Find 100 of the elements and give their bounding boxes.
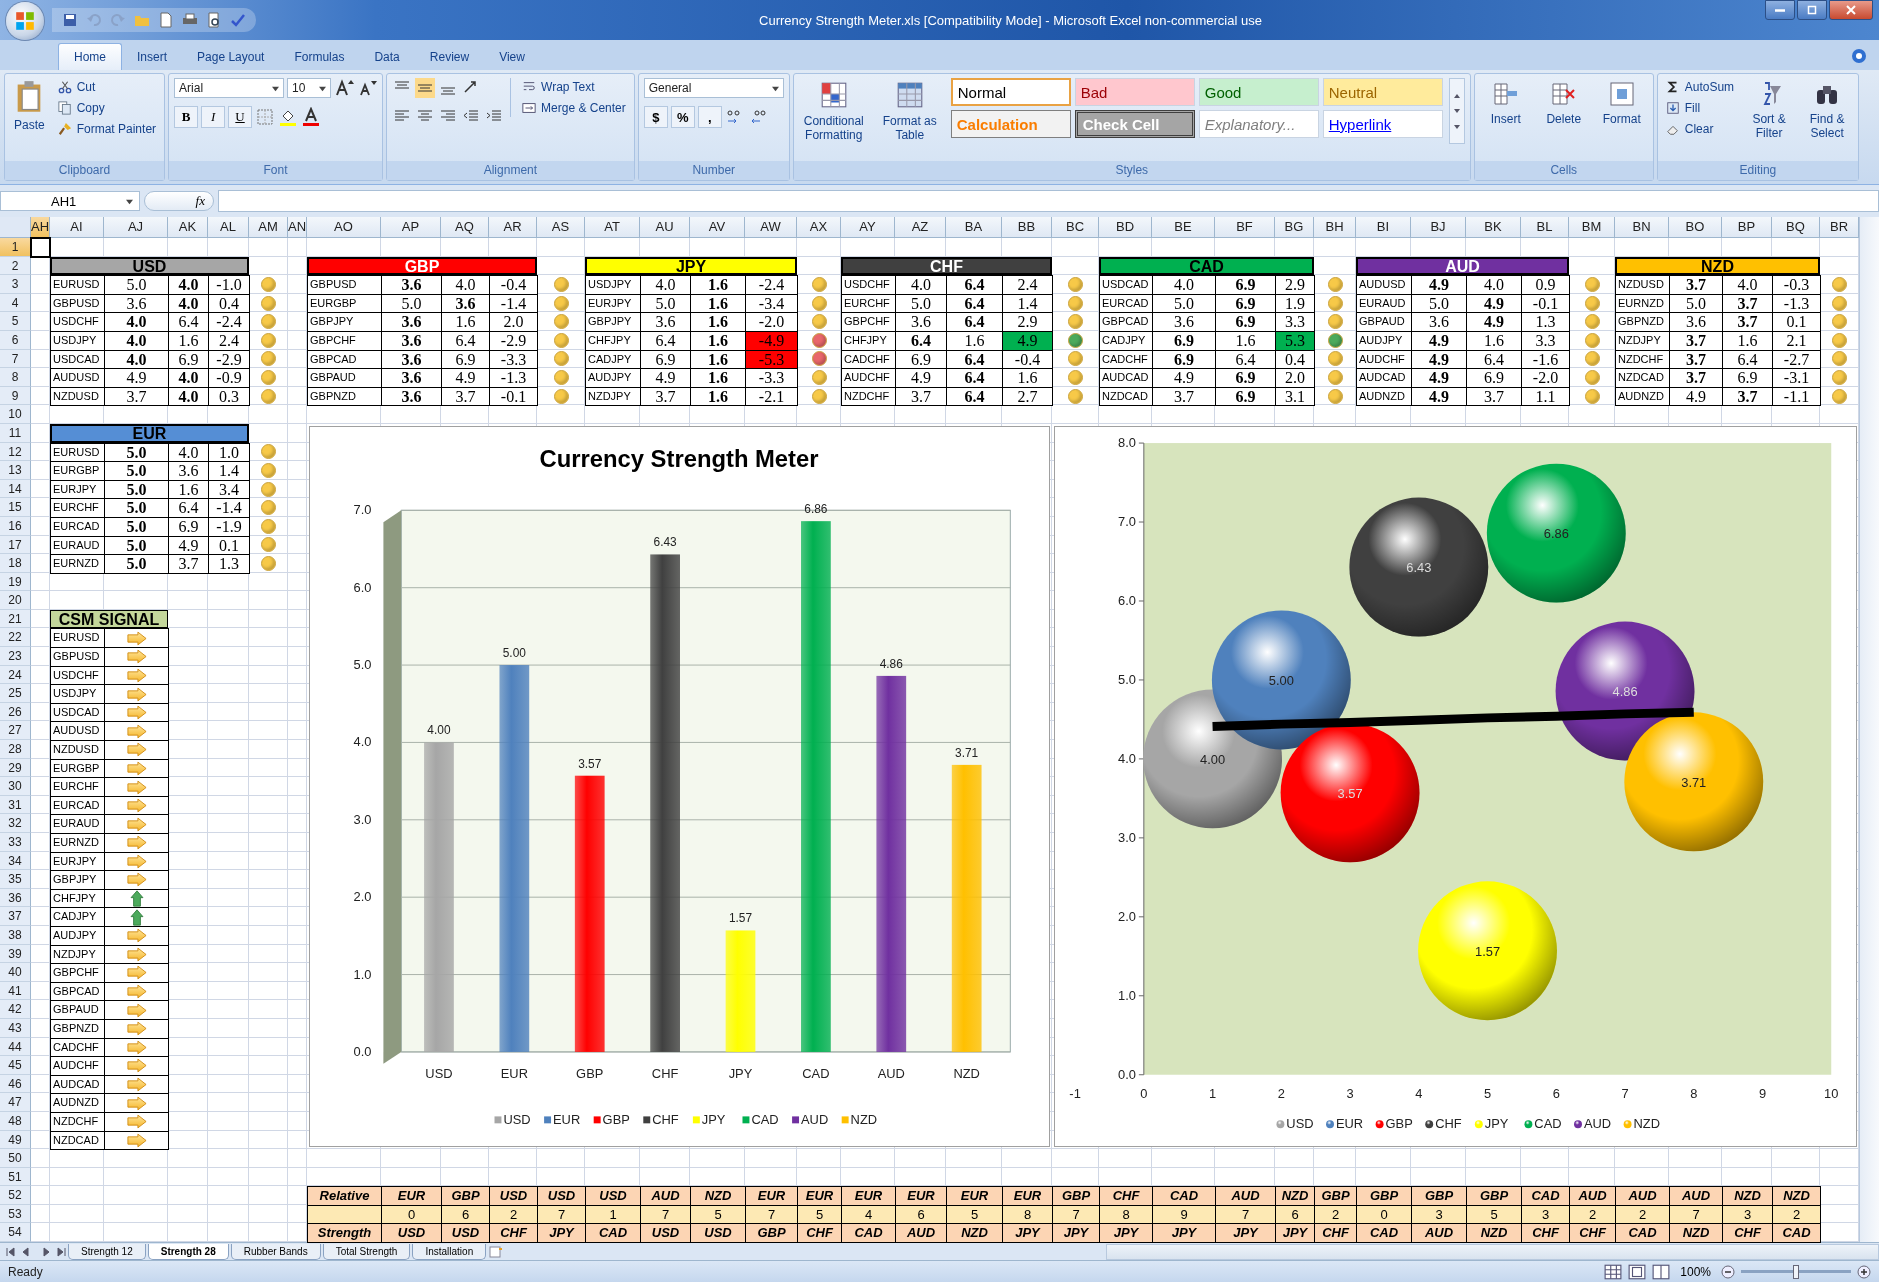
column-header[interactable]: BI xyxy=(1356,217,1411,238)
font-style-button[interactable]: B xyxy=(174,106,199,128)
minimize-button[interactable] xyxy=(1765,0,1795,20)
sheet-tab[interactable]: Rubber Bands xyxy=(230,1243,321,1260)
normal-view-icon[interactable] xyxy=(1604,1263,1623,1280)
row-header[interactable]: 37 xyxy=(0,907,31,926)
slider-thumb[interactable] xyxy=(1793,1264,1799,1279)
ribbon-button[interactable]: Format Painter xyxy=(54,120,160,138)
column-header[interactable]: AW xyxy=(745,217,797,238)
ribbon-tab[interactable]: Insert xyxy=(122,44,183,70)
row-header[interactable]: 15 xyxy=(0,498,31,517)
cell-style-button[interactable]: Explanatory... xyxy=(1198,110,1319,138)
column-header[interactable]: AY xyxy=(841,217,895,238)
row-header[interactable]: 18 xyxy=(0,554,31,573)
close-button[interactable] xyxy=(1829,0,1873,20)
column-header[interactable]: AI xyxy=(50,217,104,238)
sheet-tab[interactable]: Strength 28 xyxy=(147,1243,229,1260)
column-header[interactable]: BP xyxy=(1722,217,1772,238)
column-header[interactable]: AM xyxy=(249,217,288,238)
column-header[interactable]: BN xyxy=(1615,217,1669,238)
column-header[interactable]: AH xyxy=(31,217,50,238)
sheet-tab[interactable]: Strength 12 xyxy=(68,1243,146,1260)
ribbon-button[interactable]: Find & Select xyxy=(1801,78,1854,142)
ribbon-button[interactable]: AutoSum xyxy=(1662,78,1738,96)
column-header[interactable]: AL xyxy=(208,217,249,238)
print-preview-icon[interactable] xyxy=(206,12,222,28)
column-header[interactable]: BO xyxy=(1669,217,1722,238)
row-header[interactable]: 10 xyxy=(0,405,31,424)
column-header[interactable]: BE xyxy=(1152,217,1215,238)
ribbon-button[interactable]: Insert xyxy=(1479,78,1532,128)
column-header[interactable]: BG xyxy=(1275,217,1314,238)
ribbon-tab[interactable]: Review xyxy=(414,44,485,70)
column-header[interactable]: AP xyxy=(381,217,441,238)
column-header[interactable]: BA xyxy=(946,217,1002,238)
row-header[interactable]: 28 xyxy=(0,740,31,759)
column-header[interactable]: BH xyxy=(1314,217,1356,238)
font-size-field[interactable]: 10 xyxy=(287,78,332,98)
column-header[interactable]: BM xyxy=(1569,217,1615,238)
number-format-button[interactable]: $ xyxy=(643,106,668,128)
column-header[interactable]: BL xyxy=(1521,217,1569,238)
row-header[interactable]: 52 xyxy=(0,1186,31,1205)
column-header[interactable]: AT xyxy=(585,217,640,238)
column-header[interactable]: BJ xyxy=(1411,217,1466,238)
font-style-button[interactable]: I xyxy=(201,106,226,128)
column-header[interactable]: AS xyxy=(537,217,585,238)
page-layout-view-icon[interactable] xyxy=(1628,1263,1647,1280)
ribbon-button[interactable]: Format xyxy=(1595,78,1648,128)
row-header[interactable]: 3 xyxy=(0,275,31,294)
sheet-tab[interactable]: Total Strength xyxy=(322,1243,411,1260)
paste-button[interactable]: Paste xyxy=(10,78,49,134)
ribbon-button[interactable]: Clear xyxy=(1662,120,1738,138)
document-icon[interactable] xyxy=(158,12,174,28)
horizontal-scroll-bar[interactable] xyxy=(1106,1243,1879,1260)
vertical-scroll-bar[interactable] xyxy=(1859,217,1879,1243)
column-header[interactable]: AX xyxy=(797,217,841,238)
cell-style-button[interactable]: Normal xyxy=(950,78,1071,106)
column-header[interactable]: AU xyxy=(640,217,690,238)
number-format-field[interactable]: General xyxy=(643,78,784,98)
number-format-button[interactable]: , xyxy=(697,106,722,128)
insert-function-button[interactable]: fx xyxy=(144,191,214,211)
column-header[interactable]: AR xyxy=(489,217,537,238)
column-header[interactable]: AZ xyxy=(895,217,946,238)
ribbon-button[interactable]: Sort & Filter xyxy=(1743,78,1796,142)
maximize-button[interactable] xyxy=(1797,0,1827,20)
column-header[interactable]: BD xyxy=(1099,217,1152,238)
row-header[interactable]: 50 xyxy=(0,1149,31,1168)
column-header[interactable]: BR xyxy=(1820,217,1859,238)
column-header[interactable]: BB xyxy=(1002,217,1052,238)
row-header[interactable]: 5 xyxy=(0,312,31,331)
column-header[interactable]: AQ xyxy=(441,217,489,238)
font-name-field[interactable]: Arial xyxy=(174,78,285,98)
ribbon-button[interactable]: Delete xyxy=(1537,78,1590,128)
row-header[interactable]: 30 xyxy=(0,777,31,796)
cell-style-button[interactable]: Hyperlink xyxy=(1322,110,1443,138)
page-break-view-icon[interactable] xyxy=(1652,1263,1671,1280)
ribbon-tab[interactable]: Page Layout xyxy=(182,44,280,70)
gallery-scroll-bar[interactable] xyxy=(1448,78,1465,144)
cell-style-button[interactable]: Bad xyxy=(1074,78,1195,106)
zoom-out-icon[interactable] xyxy=(1721,1264,1735,1279)
row-header[interactable]: 42 xyxy=(0,1000,31,1019)
ribbon-tab[interactable]: Data xyxy=(359,44,415,70)
row-header[interactable]: 45 xyxy=(0,1056,31,1075)
align-middle-icon[interactable] xyxy=(415,78,436,98)
column-header[interactable]: AN xyxy=(288,217,307,238)
column-header[interactable]: BC xyxy=(1052,217,1099,238)
column-header[interactable]: AO xyxy=(307,217,381,238)
row-header[interactable]: 40 xyxy=(0,963,31,982)
row-header[interactable]: 22 xyxy=(0,628,31,648)
font-color-icon[interactable] xyxy=(301,107,322,127)
row-header[interactable]: 1 xyxy=(0,238,31,257)
row-header[interactable]: 23 xyxy=(0,647,31,666)
number-format-button[interactable]: % xyxy=(670,106,695,128)
row-header[interactable]: 20 xyxy=(0,591,31,610)
office-button[interactable] xyxy=(6,2,44,40)
row-header[interactable]: 25 xyxy=(0,684,31,703)
column-header[interactable]: AJ xyxy=(104,217,168,238)
row-header[interactable]: 35 xyxy=(0,870,31,889)
ribbon-tab[interactable]: View xyxy=(484,44,540,70)
row-header[interactable]: 27 xyxy=(0,721,31,741)
column-header[interactable]: BK xyxy=(1466,217,1521,238)
